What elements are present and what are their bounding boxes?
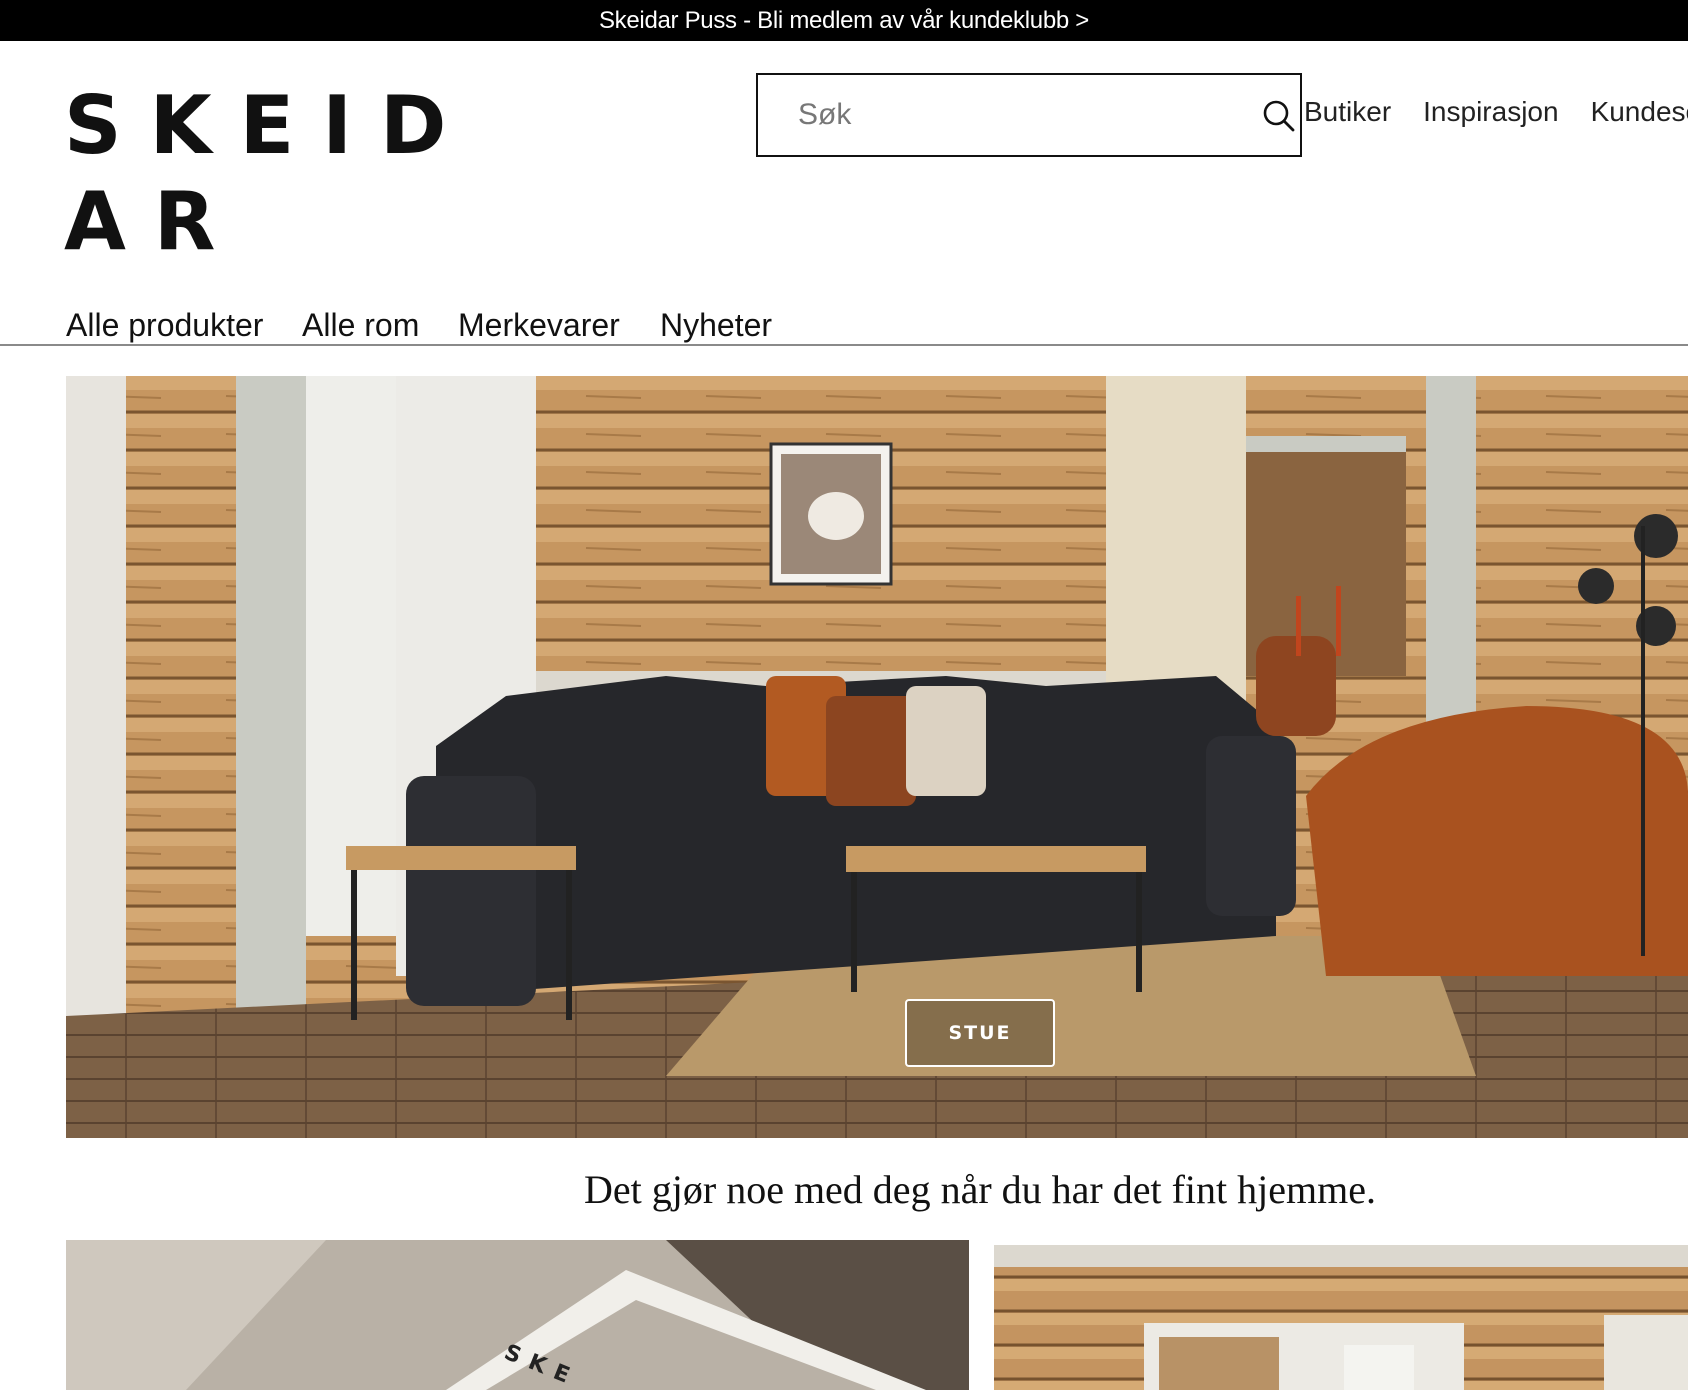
link-kundeservice[interactable]: Kundeservice [1591, 96, 1688, 128]
nav-alle-produkter[interactable]: Alle produkter [66, 307, 263, 344]
utility-nav: Butiker Inspirasjon Kundeservice [1304, 96, 1688, 128]
hero-living-room-image [66, 376, 1688, 1138]
nav-alle-rom[interactable]: Alle rom [302, 307, 419, 344]
promo-card-room[interactable] [994, 1245, 1688, 1390]
nav-merkevarer[interactable]: Merkevarer [458, 307, 620, 344]
nav-nyheter[interactable]: Nyheter [660, 307, 772, 344]
hero-category-button[interactable]: STUE [905, 999, 1055, 1067]
brand-logo[interactable]: SKEIDAR [64, 78, 514, 270]
search-icon[interactable] [1262, 99, 1296, 133]
link-inspirasjon[interactable]: Inspirasjon [1423, 96, 1558, 128]
search-box [756, 73, 1302, 157]
hero-banner[interactable]: STUE [66, 376, 1688, 1138]
tagline: Det gjør noe med deg når du har det fint… [584, 1167, 1376, 1212]
main-navigation: Alle produkter Alle rom Merkevarer Nyhet… [0, 300, 1688, 346]
search-input[interactable] [758, 75, 1300, 155]
log-cabin-room-image [994, 1245, 1688, 1390]
announcement-link[interactable]: Skeidar Puss - Bli medlem av vår kundekl… [599, 7, 1089, 35]
link-butiker[interactable]: Butiker [1304, 96, 1391, 128]
announcement-bar: Skeidar Puss - Bli medlem av vår kundekl… [0, 0, 1688, 41]
